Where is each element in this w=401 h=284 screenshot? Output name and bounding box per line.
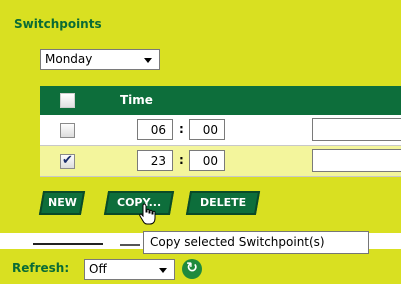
panel-title: Switchpoints: [14, 17, 102, 31]
time-column-header: Time: [120, 93, 153, 107]
checkmark-icon: ✔: [62, 153, 73, 168]
minute-value: 00: [202, 123, 218, 137]
time-separator: :: [179, 122, 184, 136]
value-field[interactable]: [312, 118, 401, 141]
hand-cursor-icon: [139, 203, 156, 225]
chevron-down-icon: [144, 58, 152, 63]
day-select[interactable]: Monday: [40, 49, 160, 70]
hour-input[interactable]: 23: [137, 150, 173, 171]
hour-value: 06: [150, 123, 166, 137]
delete-button-label: DELETE: [199, 196, 247, 209]
new-button-label: NEW: [47, 196, 77, 209]
refresh-select-value: Off: [89, 262, 107, 276]
refresh-label: Refresh:: [12, 261, 70, 275]
minute-value: 00: [202, 154, 218, 168]
tooltip: Copy selected Switchpoint(s): [143, 231, 369, 254]
minute-input[interactable]: 00: [189, 119, 225, 140]
refresh-bar: Refresh: Off ↻: [0, 249, 401, 284]
row-checkbox[interactable]: [60, 123, 75, 138]
hour-input[interactable]: 06: [137, 119, 173, 140]
refresh-select[interactable]: Off: [84, 259, 175, 280]
value-field[interactable]: [312, 149, 401, 172]
new-button[interactable]: NEW: [38, 191, 86, 215]
hour-value: 23: [150, 154, 166, 168]
switchpoints-panel: Switchpoints Monday Time 06 : 00 ✔ 23 : …: [0, 0, 401, 233]
table-row: ✔ 23 : 00: [40, 146, 401, 177]
table-header: Time: [40, 86, 401, 115]
chevron-down-icon: [159, 268, 167, 273]
row-checkbox[interactable]: ✔: [60, 153, 75, 169]
select-all-checkbox[interactable]: [60, 93, 75, 108]
refresh-icon[interactable]: ↻: [182, 259, 202, 279]
time-separator: :: [179, 153, 184, 167]
day-select-value: Monday: [45, 52, 93, 66]
table-row: 06 : 00: [40, 115, 401, 146]
minute-input[interactable]: 00: [189, 150, 225, 171]
delete-button[interactable]: DELETE: [185, 191, 261, 215]
